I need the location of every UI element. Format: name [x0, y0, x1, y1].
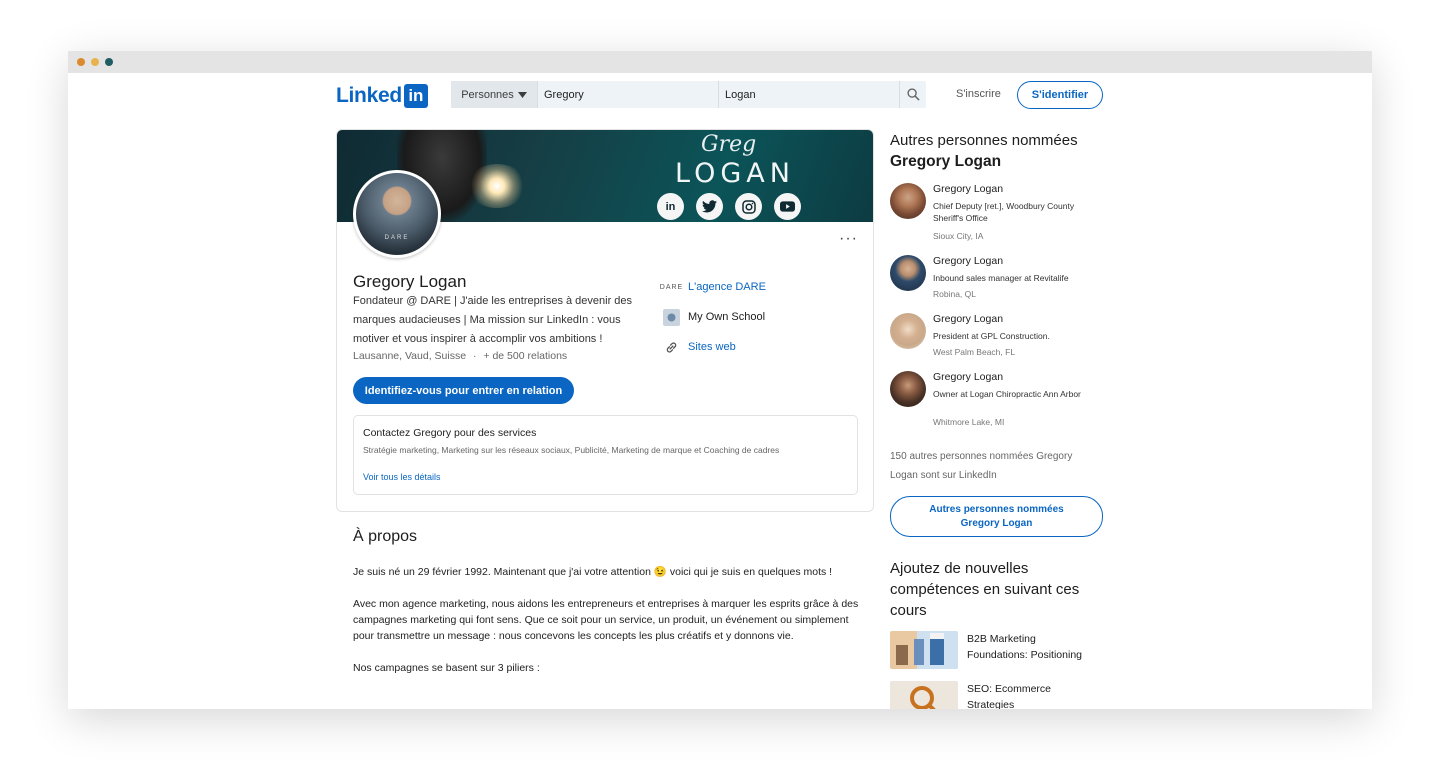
courses-title: Ajoutez de nouvelles compétences en suiv…: [890, 560, 1080, 619]
person-name: Gregory Logan: [933, 255, 1004, 267]
other-person-3[interactable]: Gregory Logan President at GPL Construct…: [890, 313, 1102, 371]
services-details-link[interactable]: Voir tous les détails: [363, 472, 848, 482]
person-name: Gregory Logan: [933, 371, 1004, 383]
person-title: Inbound sales manager at Revitalife: [933, 273, 1069, 283]
instagram-icon: [735, 193, 762, 220]
search-button[interactable]: [899, 81, 926, 108]
minimize-dot-icon[interactable]: [91, 58, 99, 66]
banner-title: LOGAN: [675, 158, 795, 189]
school-logo-icon: [663, 308, 680, 326]
other-person-2[interactable]: Gregory Logan Inbound sales manager at R…: [890, 255, 1102, 313]
course-title: B2B Marketing Foundations: Positioning: [967, 633, 1082, 661]
others-title: Autres personnes nommées: [890, 132, 1078, 149]
link-icon: [663, 339, 680, 356]
linkedin-logo[interactable]: Linked in: [336, 84, 428, 108]
person-location: Sioux City, IA: [933, 231, 984, 241]
search-scope-select[interactable]: Personnes: [451, 81, 537, 108]
person-location: Whitmore Lake, MI: [933, 417, 1005, 427]
signin-button[interactable]: S'identifier: [1017, 81, 1103, 109]
banner-light: [467, 164, 527, 208]
dare-logo-icon: DARE: [659, 283, 684, 291]
person-location: Robina, QL: [933, 289, 976, 299]
banner-social-icons: in: [657, 193, 801, 220]
about-section: À propos Je suis né un 29 février 1992. …: [353, 528, 863, 676]
profile-connections: + de 500 relations: [483, 350, 568, 362]
window-titlebar: [68, 51, 1372, 73]
logo-in-icon: in: [403, 84, 428, 108]
search-scope-label: Personnes: [461, 88, 514, 101]
profile-headline: Fondateur @ DARE | J'aide les entreprise…: [353, 295, 633, 345]
others-count-text: 150 autres personnes nommées Gregory Log…: [890, 451, 1073, 481]
course-title: SEO: Ecommerce Strategies: [967, 683, 1052, 709]
maximize-dot-icon[interactable]: [105, 58, 113, 66]
services-box: Contactez Gregory pour des services Stra…: [353, 415, 858, 495]
right-sidebar: Autres personnes nommées Gregory Logan G…: [890, 131, 1103, 709]
others-title-name: Gregory Logan: [890, 153, 1002, 170]
join-link[interactable]: S'inscrire: [956, 88, 1001, 100]
person-location: West Palm Beach, FL: [933, 347, 1016, 357]
other-person-4[interactable]: Gregory Logan Owner at Logan Chiropracti…: [890, 371, 1102, 447]
websites-link[interactable]: Sites web: [663, 332, 766, 362]
connect-signin-button[interactable]: Identifiez-vous pour entrer en relation: [353, 377, 574, 404]
more-options-icon[interactable]: ···: [839, 230, 858, 248]
youtube-icon: [774, 193, 801, 220]
about-paragraph-1: Je suis né un 29 février 1992. Maintenan…: [353, 566, 833, 578]
about-title: À propos: [353, 528, 418, 545]
twitter-icon: [696, 193, 723, 220]
person-title: President at GPL Construction.: [933, 331, 1050, 341]
person-name: Gregory Logan: [933, 313, 1004, 325]
location-separator: ·: [472, 350, 477, 362]
websites-link-label: Sites web: [688, 341, 736, 353]
more-people-button-line2: Gregory Logan: [960, 517, 1033, 529]
course-item-1[interactable]: B2B Marketing Foundations: Positioning: [890, 631, 1102, 681]
close-dot-icon[interactable]: [77, 58, 85, 66]
logo-text: Linked: [336, 84, 402, 107]
school-link[interactable]: My Own School: [663, 302, 766, 332]
profile-links: DARE L'agence DARE My Own School Sites w…: [659, 272, 766, 362]
avatar: [890, 313, 926, 349]
school-link-label: My Own School: [688, 311, 766, 323]
course-item-2[interactable]: SEO: Ecommerce Strategies: [890, 681, 1102, 709]
profile-name: Gregory Logan: [353, 272, 467, 291]
avatar: [890, 255, 926, 291]
course-thumbnail: [890, 681, 958, 709]
avatar: [890, 371, 926, 407]
profile-location-line: Lausanne, Vaud, Suisse · + de 500 relati…: [353, 350, 567, 362]
services-list: Stratégie marketing, Marketing sur les r…: [363, 445, 780, 455]
search-icon: [906, 88, 920, 101]
avatar: [890, 183, 926, 219]
other-person-1[interactable]: Gregory Logan Chief Deputy [ret.], Woodb…: [890, 183, 1102, 255]
profile-card: Greg LOGAN in DARE ··· Gregory Logan Fon…: [336, 129, 874, 512]
more-people-button[interactable]: Autres personnes nommées Gregory Logan: [890, 496, 1103, 537]
about-paragraph-3: Nos campagnes se basent sur 3 piliers :: [353, 662, 540, 674]
profile-location: Lausanne, Vaud, Suisse: [353, 350, 467, 362]
profile-avatar[interactable]: DARE: [353, 170, 441, 258]
company-link-label: L'agence DARE: [688, 281, 766, 293]
caret-down-icon: [517, 91, 527, 98]
course-thumbnail: [890, 631, 958, 669]
linkedin-page: Linked in Personnes S'inscrire S'identif…: [68, 73, 1372, 709]
person-name: Gregory Logan: [933, 183, 1004, 195]
linkedin-icon: in: [657, 193, 684, 220]
person-title: Owner at Logan Chiropractic Ann Arbor: [933, 389, 1081, 399]
person-title: Chief Deputy [ret.], Woodbury County She…: [933, 201, 1075, 223]
people-search-bar: Personnes: [451, 81, 926, 108]
about-paragraph-2: Avec mon agence marketing, nous aidons l…: [353, 598, 859, 642]
more-people-button-line1: Autres personnes nommées: [929, 503, 1064, 515]
banner-script-text: Greg: [701, 132, 757, 157]
services-title: Contactez Gregory pour des services: [363, 427, 537, 439]
browser-window: Linked in Personnes S'inscrire S'identif…: [68, 51, 1372, 709]
first-name-input[interactable]: [537, 81, 718, 108]
last-name-input[interactable]: [718, 81, 899, 108]
company-link-dare[interactable]: DARE L'agence DARE: [659, 272, 766, 302]
avatar-shirt-text: DARE: [384, 235, 410, 241]
